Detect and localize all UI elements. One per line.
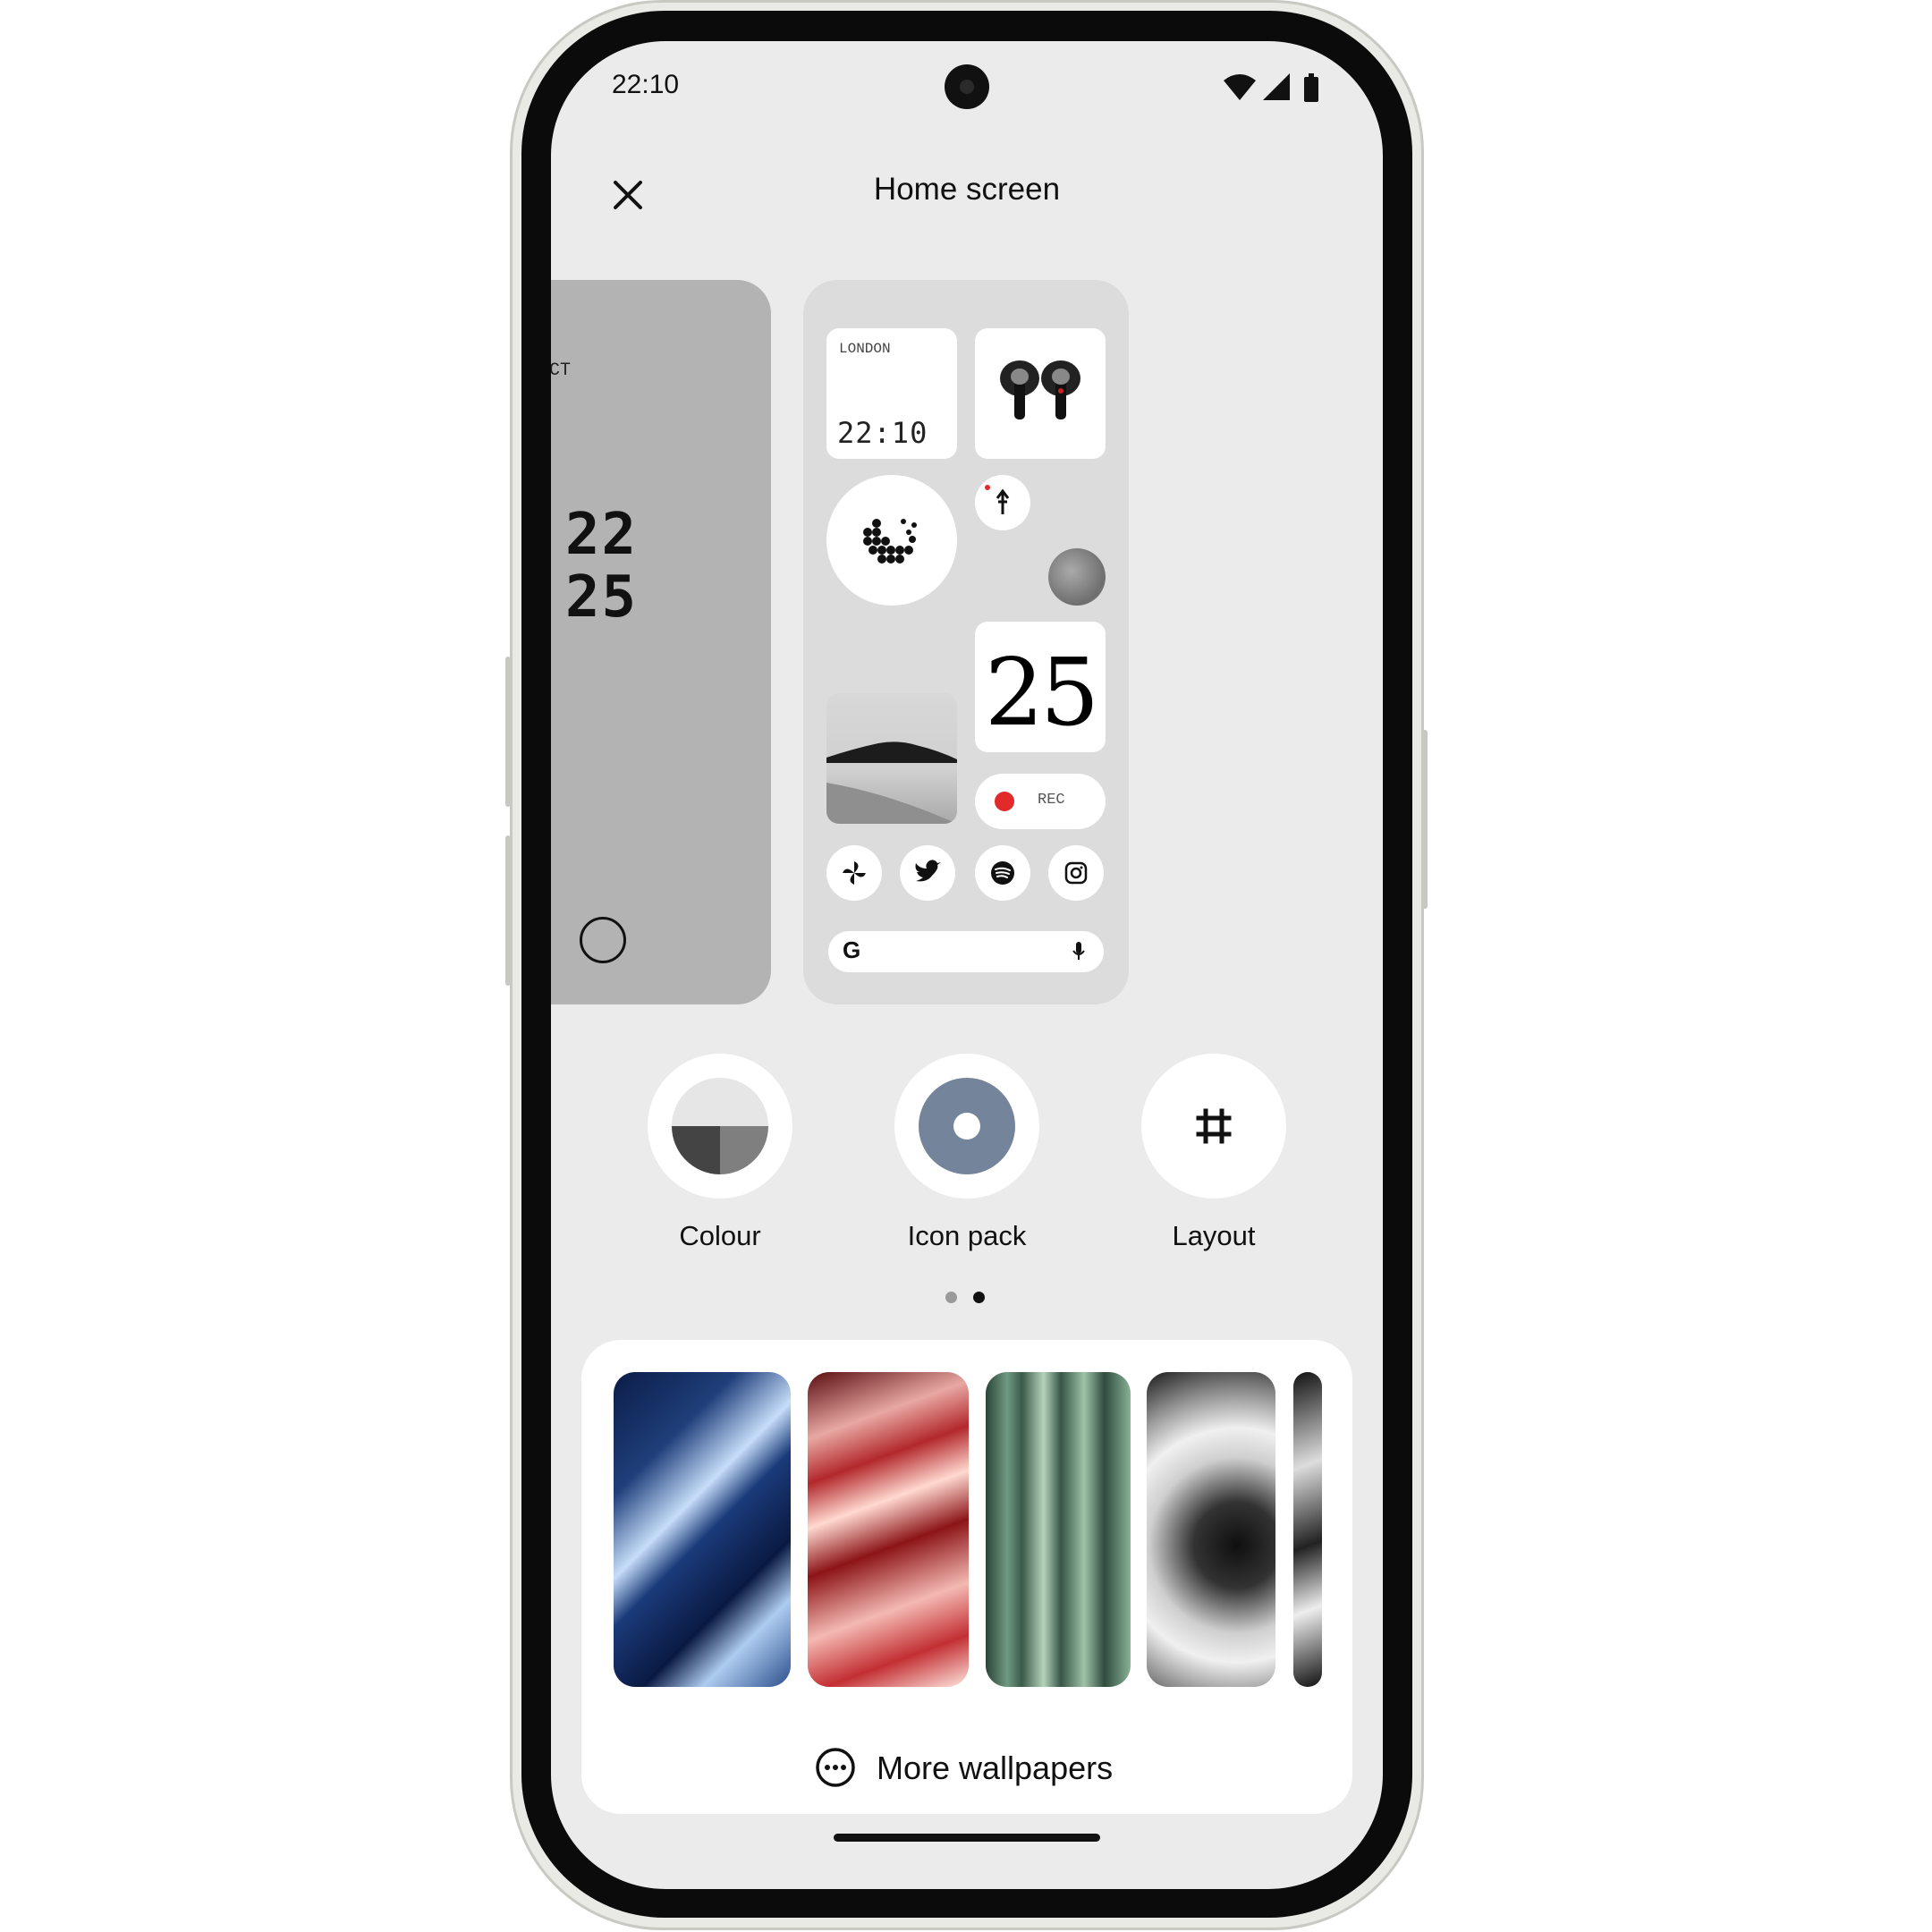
- wallpaper-thumbnail-red[interactable]: [808, 1372, 969, 1687]
- clock-widget-time: 22:10: [837, 416, 928, 450]
- date-widget-day: 25: [984, 638, 1099, 747]
- page-title: Home screen: [873, 172, 1061, 207]
- icon-pack-label: Icon pack: [907, 1220, 1027, 1251]
- earbuds-icon: [1000, 360, 1080, 419]
- colour-palette-icon: [672, 1078, 768, 1174]
- recorder-label: REC: [1038, 792, 1065, 809]
- dot-clock-hours: 22: [565, 502, 639, 568]
- earbuds-widget: [975, 328, 1106, 459]
- clock-widget-city: LONDON: [839, 341, 891, 357]
- homescreen-preview-card[interactable]: LONDON 22:10 25 REC G: [803, 280, 1129, 1004]
- arrow-up-icon: [985, 485, 1010, 514]
- icon-pack-button[interactable]: [894, 1054, 1039, 1199]
- date-widget: 25: [975, 622, 1106, 752]
- microphone-icon: [1072, 942, 1085, 960]
- photo-circle-widget: [1048, 548, 1106, 606]
- colour-button[interactable]: [648, 1054, 792, 1199]
- home-indicator[interactable]: [834, 1834, 1100, 1842]
- lockscreen-dot-clock: 22 25: [565, 504, 655, 647]
- lockscreen-preview-card[interactable]: CT 22 25: [551, 280, 771, 1004]
- lockscreen-shortcut-circle: [580, 917, 626, 963]
- photo-widget: [826, 693, 957, 824]
- lockscreen-preview-label: CT: [551, 360, 572, 381]
- app-icon-spotify: [975, 845, 1030, 901]
- weather-widget: [826, 475, 957, 606]
- wallpaper-panel: More wallpapers: [581, 1340, 1352, 1814]
- status-icons: [1224, 73, 1318, 102]
- more-horizontal-circle-icon: [816, 1748, 855, 1787]
- wallpaper-thumbnail-mono[interactable]: [1147, 1372, 1275, 1687]
- colour-label: Colour: [679, 1220, 761, 1251]
- page-dot-2-active[interactable]: [973, 1292, 985, 1303]
- front-camera: [945, 64, 989, 109]
- record-dot-icon: [995, 792, 1014, 811]
- more-wallpapers-button[interactable]: More wallpapers: [581, 1739, 1352, 1792]
- twitter-icon: [915, 860, 941, 882]
- wallpaper-thumbnail-blue[interactable]: [614, 1372, 791, 1687]
- wallpaper-thumbnail-green[interactable]: [986, 1372, 1131, 1687]
- landscape-image: [826, 741, 957, 824]
- moon-dots-icon: [863, 519, 917, 564]
- google-logo: G: [843, 936, 861, 963]
- dot-clock-minutes: 25: [565, 564, 639, 631]
- clock-widget: LONDON 22:10: [826, 328, 957, 459]
- page-dot-1[interactable]: [945, 1292, 957, 1303]
- app-icon-twitter: [900, 845, 955, 901]
- pinwheel-icon: [843, 861, 866, 885]
- grid-hash-icon: [1196, 1108, 1232, 1144]
- more-wallpapers-label: More wallpapers: [877, 1750, 1114, 1786]
- icon-pack-icon: [919, 1078, 1015, 1174]
- wifi-icon: [1224, 74, 1256, 100]
- spotify-icon: [991, 861, 1014, 885]
- signal-icon: [1263, 73, 1290, 100]
- battery-icon: [1304, 73, 1318, 102]
- compass-widget: [975, 475, 1030, 530]
- layout-label: Layout: [1172, 1220, 1256, 1251]
- layout-button[interactable]: [1141, 1054, 1286, 1199]
- instagram-icon: [1064, 861, 1088, 885]
- search-bar-widget: G: [828, 931, 1104, 972]
- screen: 22:10 Home screen CT 22 25 LONDON 22:10: [551, 41, 1383, 1889]
- status-time: 22:10: [612, 70, 680, 99]
- wallpaper-thumbnail-partial[interactable]: [1293, 1372, 1322, 1687]
- app-icon-pinwheel: [826, 845, 882, 901]
- app-icon-instagram: [1048, 845, 1104, 901]
- recorder-widget: REC: [975, 774, 1106, 829]
